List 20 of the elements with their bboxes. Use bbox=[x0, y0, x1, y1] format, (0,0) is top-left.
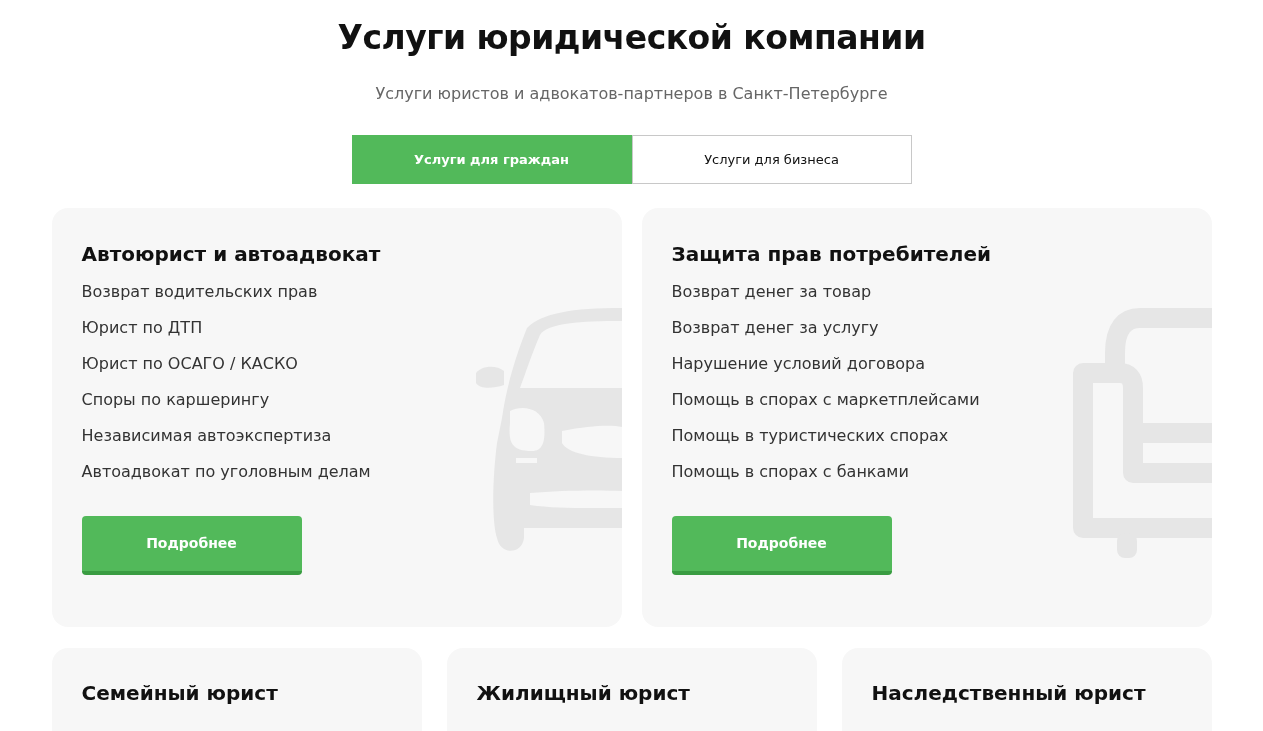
page-title: Услуги юридической компании bbox=[336, 17, 927, 59]
service-link[interactable]: Юрист по ОСАГО / КАСКО bbox=[81, 354, 298, 374]
service-link[interactable]: Нарушение условий договора bbox=[671, 354, 926, 374]
card-title: Защита прав потребителей bbox=[671, 242, 993, 266]
service-link[interactable]: Споры по каршерингу bbox=[81, 390, 270, 410]
card-title: Жилищный юрист bbox=[476, 681, 691, 705]
service-link[interactable]: Независимая автоэкспертиза bbox=[81, 426, 332, 446]
service-link[interactable]: Возврат водительских прав bbox=[81, 282, 318, 302]
service-link[interactable]: Помощь в туристических спорах bbox=[671, 426, 949, 446]
service-link[interactable]: Юрист по ДТП bbox=[81, 318, 203, 338]
card-title: Автоюрист и автоадвокат bbox=[81, 242, 382, 266]
service-link[interactable]: Возврат денег за услугу bbox=[671, 318, 879, 338]
card-title: Семейный юрист bbox=[81, 681, 279, 705]
service-link[interactable]: Автоадвокат по уголовным делам bbox=[81, 462, 371, 482]
service-link[interactable]: Помощь в спорах с маркетплейсами bbox=[671, 390, 980, 410]
service-link[interactable]: Помощь в спорах с банками bbox=[671, 462, 909, 482]
page-subtitle: Услуги юристов и адвокатов-партнеров в Санкт-Петербурге bbox=[374, 83, 889, 105]
card-title: Наследственный юрист bbox=[871, 681, 1147, 705]
tab[interactable]: Услуги для бизнеса bbox=[631, 135, 912, 184]
service-link[interactable]: Возврат денег за товар bbox=[671, 282, 872, 302]
